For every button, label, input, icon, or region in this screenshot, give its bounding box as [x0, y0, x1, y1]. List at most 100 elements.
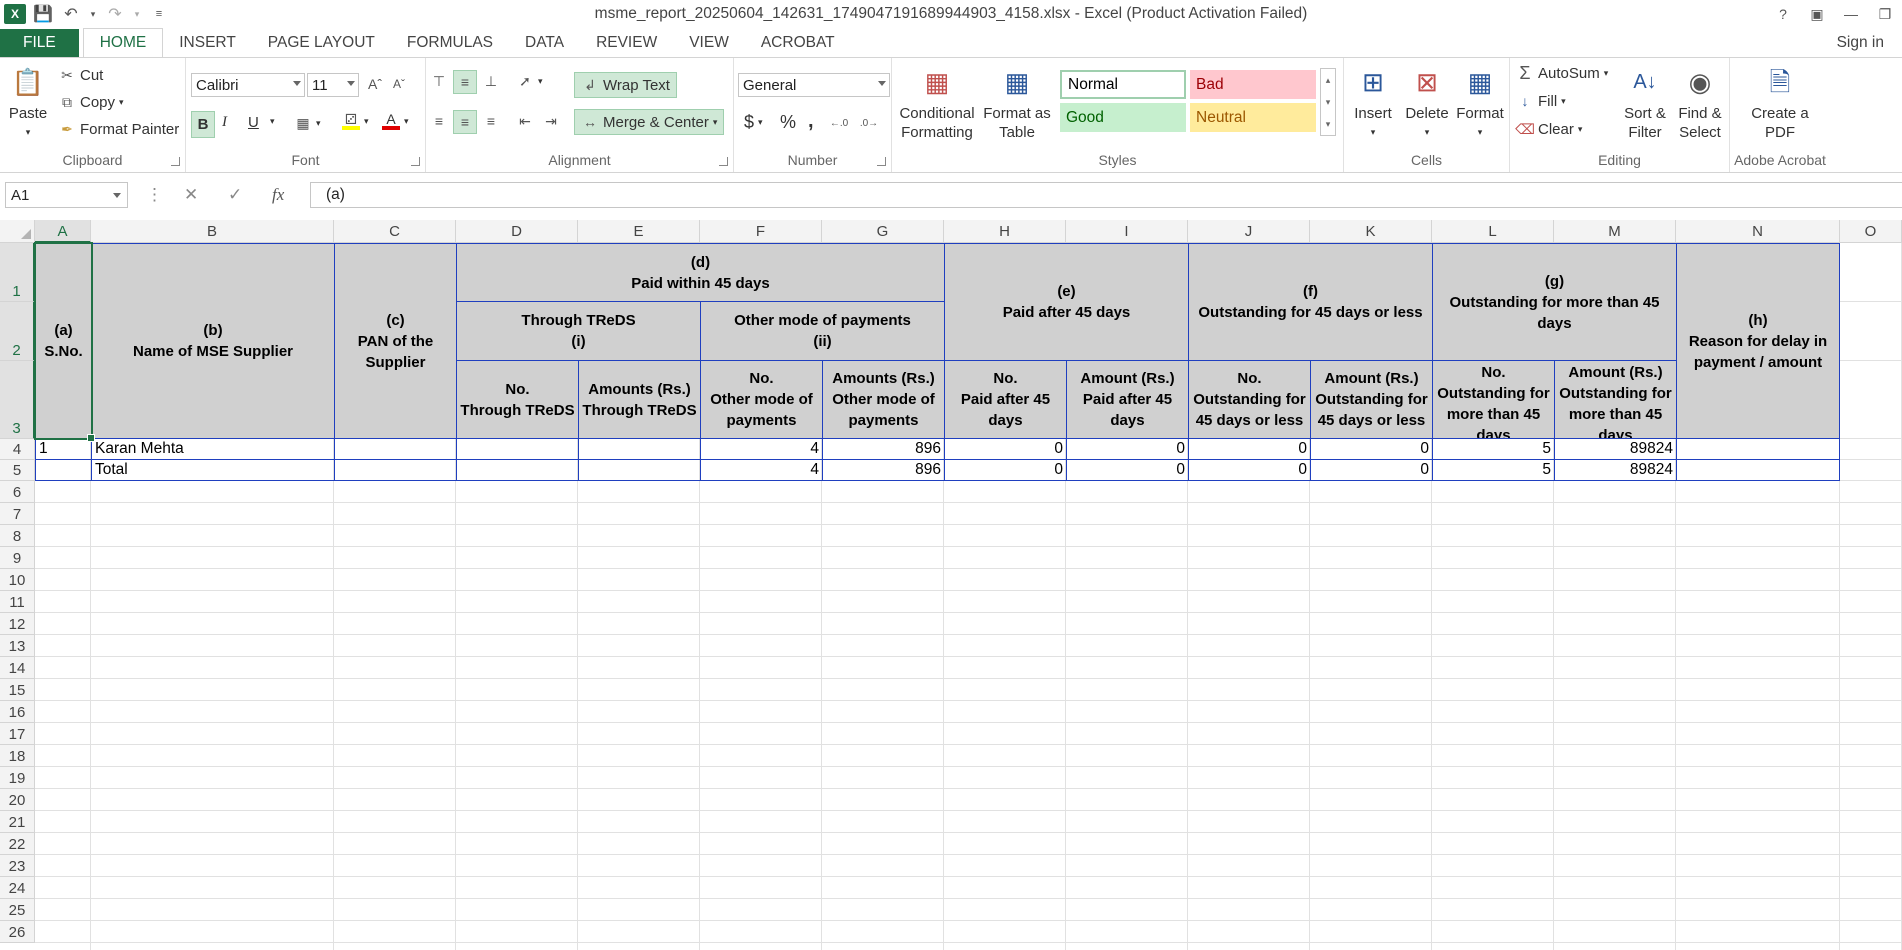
cell-K4[interactable]: 0	[1310, 438, 1433, 460]
align-center-button[interactable]: ≡	[453, 110, 477, 134]
cell-N1[interactable]: (h) Reason for delay in payment / amount	[1676, 243, 1840, 439]
enter-icon[interactable]: ✓	[228, 185, 242, 205]
tab-review[interactable]: REVIEW	[580, 29, 673, 57]
row-header-9[interactable]: 9	[0, 547, 35, 569]
cell-J4[interactable]: 0	[1188, 438, 1311, 460]
column-header-B[interactable]: B	[91, 220, 334, 243]
align-bottom-button[interactable]: ⊥	[482, 72, 500, 90]
row-header-7[interactable]: 7	[0, 503, 35, 525]
cell-D1[interactable]: (d) Paid within 45 days	[456, 243, 945, 302]
increase-decimal-button[interactable]: ←.0	[830, 114, 848, 132]
column-header-J[interactable]: J	[1188, 220, 1310, 243]
cell-L4[interactable]: 5	[1432, 438, 1555, 460]
row-header-2[interactable]: 2	[0, 302, 35, 361]
cell-B4[interactable]: Karan Mehta	[91, 438, 335, 460]
row-header-23[interactable]: 23	[0, 855, 35, 877]
cell-I3[interactable]: Amount (Rs.) Paid after 45 days	[1066, 360, 1189, 439]
cell-I4[interactable]: 0	[1066, 438, 1189, 460]
cell-E4[interactable]	[578, 438, 701, 460]
tab-acrobat[interactable]: ACROBAT	[745, 29, 851, 57]
column-header-K[interactable]: K	[1310, 220, 1432, 243]
font-name-combo[interactable]: Calibri	[191, 73, 305, 97]
cell-K5[interactable]: 0	[1310, 459, 1433, 481]
decrease-indent-button[interactable]: ⇤	[516, 112, 534, 130]
clear-button[interactable]: ⌫ Clear ▾	[1515, 120, 1582, 138]
row-header-24[interactable]: 24	[0, 877, 35, 899]
row-header-21[interactable]: 21	[0, 811, 35, 833]
tab-data[interactable]: DATA	[509, 29, 580, 57]
insert-cells-button[interactable]: ⊞ Insert ▾	[1350, 64, 1396, 142]
formula-input[interactable]: (a)	[310, 182, 1902, 208]
cell-F2[interactable]: Other mode of payments (ii)	[700, 301, 945, 361]
column-header-M[interactable]: M	[1554, 220, 1676, 243]
style-bad[interactable]: Bad	[1190, 70, 1316, 99]
help-icon[interactable]: ?	[1766, 0, 1800, 28]
column-header-A[interactable]: A	[35, 220, 91, 243]
increase-indent-button[interactable]: ⇥	[542, 112, 560, 130]
row-header-12[interactable]: 12	[0, 613, 35, 635]
cell-M5[interactable]: 89824	[1554, 459, 1677, 481]
conditional-formatting-button[interactable]: ▦ Conditional Formatting	[896, 64, 978, 142]
fill-color-button[interactable]: ⚂ ▾	[342, 111, 369, 130]
percent-style-button[interactable]: %	[780, 112, 796, 133]
cell-C1[interactable]: (c) PAN of the Supplier	[334, 243, 457, 439]
cell-F5[interactable]: 4	[700, 459, 823, 481]
cell-H5[interactable]: 0	[944, 459, 1067, 481]
column-header-E[interactable]: E	[578, 220, 700, 243]
row-header-17[interactable]: 17	[0, 723, 35, 745]
accounting-format-button[interactable]: $ ▾	[744, 112, 763, 133]
cell-E5[interactable]	[578, 459, 701, 481]
cell-A5[interactable]	[35, 459, 92, 481]
cell-J5[interactable]: 0	[1188, 459, 1311, 481]
row-header-5[interactable]: 5	[0, 460, 35, 481]
select-all-button[interactable]	[0, 220, 35, 243]
style-normal[interactable]: Normal	[1060, 70, 1186, 99]
delete-cells-button[interactable]: ⊠ Delete ▾	[1402, 64, 1452, 142]
find-select-button[interactable]: ◉ Find & Select	[1674, 64, 1726, 142]
row-header-1[interactable]: 1	[0, 243, 35, 302]
cell-L1[interactable]: (g) Outstanding for more than 45 days	[1432, 243, 1677, 361]
sign-in-link[interactable]: Sign in	[1837, 34, 1884, 52]
bold-button[interactable]: B	[191, 111, 215, 138]
format-as-table-button[interactable]: ▦ Format as Table	[982, 64, 1052, 142]
cell-F4[interactable]: 4	[700, 438, 823, 460]
row-header-6[interactable]: 6	[0, 481, 35, 503]
cell-C4[interactable]	[334, 438, 457, 460]
cell-A4[interactable]: 1	[35, 438, 92, 460]
cell-D3[interactable]: No. Through TReDS	[456, 360, 579, 439]
cell-L5[interactable]: 5	[1432, 459, 1555, 481]
tab-file[interactable]: FILE	[0, 29, 79, 57]
cell-A1[interactable]: (a) S.No.	[35, 243, 92, 439]
cell-G3[interactable]: Amounts (Rs.) Other mode of payments	[822, 360, 945, 439]
fill-button[interactable]: ↓ Fill ▾	[1516, 92, 1566, 110]
column-header-G[interactable]: G	[822, 220, 944, 243]
paste-button[interactable]: 📋 Paste ▾	[6, 64, 50, 142]
grow-font-button[interactable]: Aˆ	[366, 75, 384, 93]
create-pdf-button[interactable]: 🗎 Create a PDF	[1740, 64, 1820, 142]
row-header-26[interactable]: 26	[0, 921, 35, 943]
comma-style-button[interactable]: ,	[808, 110, 814, 133]
row-header-4[interactable]: 4	[0, 439, 35, 460]
align-top-button[interactable]: ⊤	[430, 72, 448, 90]
row-header-8[interactable]: 8	[0, 525, 35, 547]
tab-insert[interactable]: INSERT	[163, 29, 252, 57]
orientation-button[interactable]: ➚ ▾	[516, 72, 542, 90]
row-header-16[interactable]: 16	[0, 701, 35, 723]
number-launcher-icon[interactable]	[877, 157, 886, 166]
row-header-25[interactable]: 25	[0, 899, 35, 921]
align-left-button[interactable]: ≡	[430, 112, 448, 130]
font-launcher-icon[interactable]	[411, 157, 420, 166]
cell-H1[interactable]: (e) Paid after 45 days	[944, 243, 1189, 361]
cell-H4[interactable]: 0	[944, 438, 1067, 460]
tab-view[interactable]: VIEW	[673, 29, 745, 57]
row-header-20[interactable]: 20	[0, 789, 35, 811]
align-middle-button[interactable]: ≡	[453, 70, 477, 94]
row-header-13[interactable]: 13	[0, 635, 35, 657]
row-header-22[interactable]: 22	[0, 833, 35, 855]
cell-K3[interactable]: Amount (Rs.) Outstanding for 45 days or …	[1310, 360, 1433, 439]
italic-button[interactable]: I	[222, 114, 227, 131]
merge-center-button[interactable]: ↔ Merge & Center ▾	[574, 109, 725, 135]
styles-gallery-scroll[interactable]: ▴ ▾ ▾	[1320, 68, 1336, 136]
style-neutral[interactable]: Neutral	[1190, 103, 1316, 132]
autosum-button[interactable]: Σ AutoSum ▾	[1516, 63, 1608, 83]
